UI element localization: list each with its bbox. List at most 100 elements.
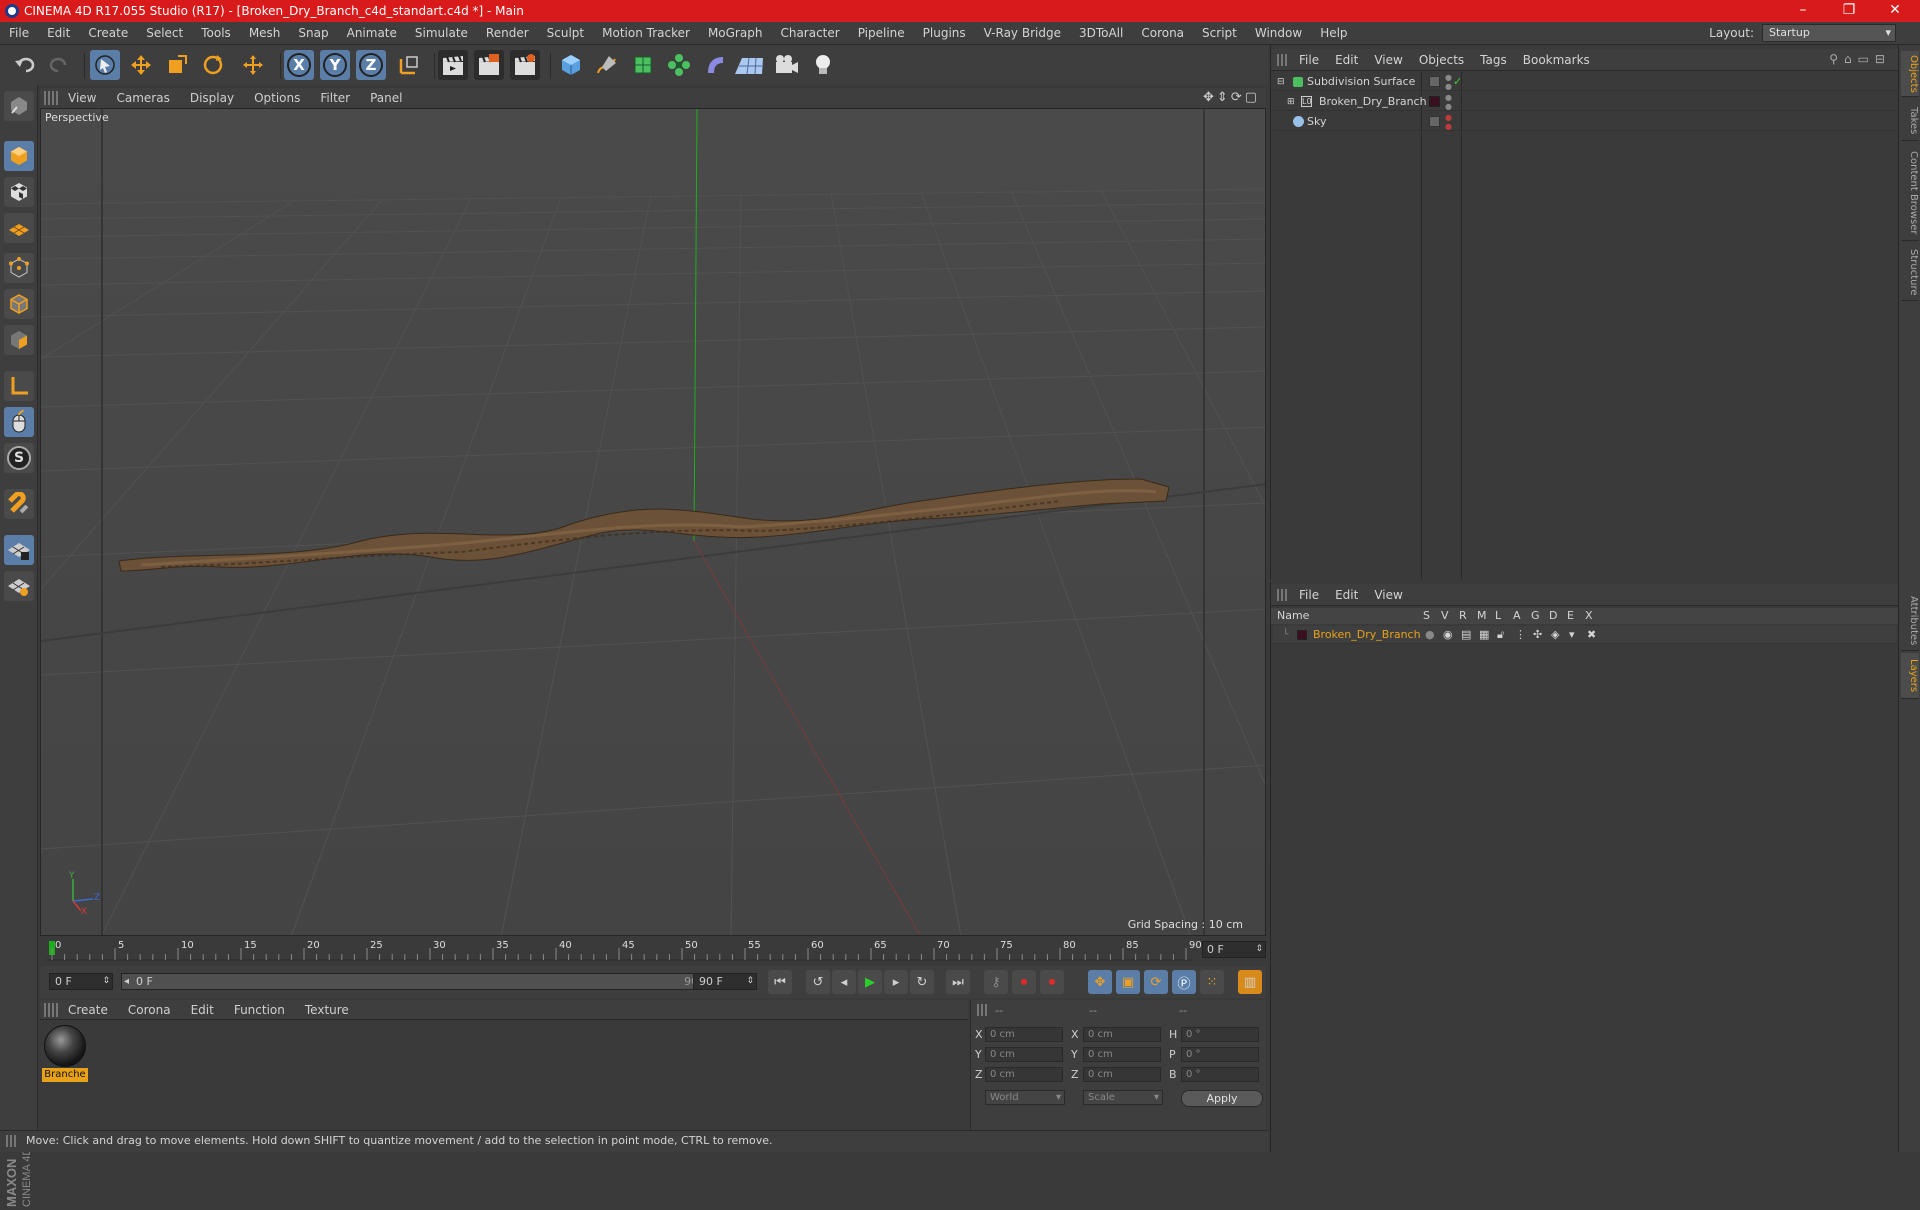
- object-menu-edit[interactable]: Edit: [1327, 53, 1366, 67]
- subdivision-surface-button[interactable]: [628, 50, 658, 80]
- solo-dot-icon[interactable]: ●: [1425, 626, 1435, 644]
- z-axis-button[interactable]: Z: [356, 50, 386, 80]
- menu-file[interactable]: File: [0, 26, 38, 40]
- tab-structure[interactable]: Structure: [1901, 245, 1919, 301]
- record-active-objects-button[interactable]: ⏺: [1012, 970, 1036, 994]
- timeline-ruler[interactable]: 0 5 10 15 20 25 30 35 40 45 50 55 60 65 70 75 80 85 90 0 F…: [40, 938, 1266, 964]
- layer-row-broken-dry-branch[interactable]: └ Broken_Dry_Branch ● ◉ ▤ ▦ 🔓︎ ⋮ ✣ ◈ ▾ ✖: [1273, 626, 1897, 644]
- frame-range-slider[interactable]: ◂ 0 F 90 F ▸: [121, 973, 725, 990]
- size-mode-select[interactable]: Scale ▾: [1083, 1090, 1163, 1105]
- menu-edit[interactable]: Edit: [38, 26, 79, 40]
- menu-animate[interactable]: Animate: [338, 26, 406, 40]
- col-expressions[interactable]: E: [1567, 608, 1574, 624]
- tab-content-browser[interactable]: Content Browser: [1901, 145, 1919, 241]
- render-view-button[interactable]: [438, 50, 468, 80]
- end-frame-field[interactable]: 90 F ⇕: [693, 973, 757, 990]
- key-scale-button[interactable]: ▣: [1116, 970, 1140, 994]
- xref-icon[interactable]: ✖: [1587, 626, 1596, 644]
- cube-object-button[interactable]: [556, 50, 586, 80]
- recent-tool-button[interactable]: [238, 50, 268, 80]
- motion-record-button[interactable]: ⚷: [984, 970, 1008, 994]
- workplane-snap-button[interactable]: [4, 571, 34, 601]
- camera-button[interactable]: [772, 50, 802, 80]
- coordinate-system-button[interactable]: [394, 50, 424, 80]
- expression-icon[interactable]: ▾: [1569, 626, 1575, 644]
- pen-spline-button[interactable]: [592, 50, 622, 80]
- layer-tag-icon[interactable]: [1429, 76, 1440, 87]
- col-view[interactable]: V: [1441, 608, 1449, 624]
- scale-tool-button[interactable]: [162, 50, 192, 80]
- col-deformers[interactable]: D: [1549, 608, 1557, 624]
- viewport-menu-panel[interactable]: Panel: [360, 91, 412, 105]
- cloner-button[interactable]: [664, 50, 694, 80]
- menu-simulate[interactable]: Simulate: [406, 26, 477, 40]
- go-to-start-button[interactable]: ⏮: [768, 970, 792, 994]
- menu-3dtoall[interactable]: 3DToAll: [1070, 26, 1132, 40]
- object-row-broken-dry-branch[interactable]: ⊞ L0 Broken_Dry_Branch ● ●: [1273, 93, 1897, 111]
- edges-mode-button[interactable]: [4, 289, 34, 319]
- material-menu-function[interactable]: Function: [224, 1003, 295, 1017]
- minimize-button[interactable]: –: [1780, 0, 1826, 22]
- render-picture-viewer-button[interactable]: [474, 50, 504, 80]
- object-menu-view[interactable]: View: [1366, 53, 1410, 67]
- tree-collapse-icon[interactable]: ⊟: [1277, 73, 1285, 91]
- timeline-window-button[interactable]: ▥: [1238, 970, 1262, 994]
- menu-motion-tracker[interactable]: Motion Tracker: [593, 26, 699, 40]
- visibility-dots-icon[interactable]: ● ●: [1445, 73, 1452, 91]
- menu-snap[interactable]: Snap: [289, 26, 337, 40]
- viewport-menu-cameras[interactable]: Cameras: [106, 91, 179, 105]
- close-button[interactable]: ✕: [1872, 0, 1918, 22]
- deformer-button[interactable]: [700, 50, 730, 80]
- menu-sculpt[interactable]: Sculpt: [538, 26, 593, 40]
- maximize-button[interactable]: ❐: [1826, 0, 1872, 22]
- menu-corona[interactable]: Corona: [1132, 26, 1193, 40]
- rot-h-field[interactable]: 0 °: [1181, 1027, 1259, 1042]
- tree-expand-icon[interactable]: ⊞: [1287, 93, 1295, 111]
- y-axis-button[interactable]: Y: [320, 50, 350, 80]
- animation-icon[interactable]: ⋮: [1515, 626, 1526, 644]
- menu-script[interactable]: Script: [1193, 26, 1246, 40]
- viewport-navigation-icons[interactable]: ✥⇕⟳▢: [1203, 90, 1260, 105]
- viewport-menu-view[interactable]: View: [58, 91, 106, 105]
- col-generators[interactable]: G: [1531, 608, 1540, 624]
- undo-button[interactable]: [10, 50, 40, 80]
- play-button[interactable]: ▶: [858, 970, 882, 994]
- viewport-menu-display[interactable]: Display: [180, 91, 244, 105]
- workplane-lock-button[interactable]: [4, 535, 34, 565]
- tab-layers[interactable]: Layers: [1901, 653, 1919, 699]
- object-menu-objects[interactable]: Objects: [1411, 53, 1472, 67]
- snap-s-button[interactable]: S: [4, 443, 34, 473]
- autokeying-button[interactable]: ⏺: [1040, 970, 1064, 994]
- snap-magnet-button[interactable]: [4, 489, 34, 519]
- col-render[interactable]: R: [1459, 608, 1467, 624]
- col-locked[interactable]: L: [1495, 608, 1501, 624]
- layer-menu-edit[interactable]: Edit: [1327, 588, 1366, 602]
- layer-menu-view[interactable]: View: [1366, 588, 1410, 602]
- layer-color-swatch[interactable]: [1297, 630, 1307, 640]
- render-settings-button[interactable]: [510, 50, 540, 80]
- tweak-mode-button[interactable]: [4, 407, 34, 437]
- pos-x-field[interactable]: 0 cm: [985, 1027, 1063, 1042]
- coordinate-mode-select[interactable]: World ▾: [985, 1090, 1065, 1105]
- live-selection-button[interactable]: [90, 50, 120, 80]
- generator-icon[interactable]: ✣: [1533, 626, 1542, 644]
- size-y-field[interactable]: 0 cm: [1083, 1047, 1161, 1062]
- render-clapboard-icon[interactable]: ▤: [1461, 626, 1471, 644]
- layer-tag-icon[interactable]: [1429, 96, 1440, 107]
- object-row-sky[interactable]: Sky ● ●: [1273, 113, 1897, 131]
- layer-menu-file[interactable]: File: [1291, 588, 1327, 602]
- visibility-dots-icon[interactable]: ● ●: [1445, 93, 1452, 111]
- viewport-menu-options[interactable]: Options: [244, 91, 310, 105]
- menu-help[interactable]: Help: [1311, 26, 1356, 40]
- menu-create[interactable]: Create: [79, 26, 137, 40]
- viewport-menu-filter[interactable]: Filter: [310, 91, 360, 105]
- key-parameter-button[interactable]: Ⓟ: [1172, 970, 1196, 994]
- col-manager[interactable]: M: [1477, 608, 1487, 624]
- deformer-icon[interactable]: ◈: [1551, 626, 1559, 644]
- points-mode-button[interactable]: [4, 253, 34, 283]
- layer-tag-icon[interactable]: [1429, 116, 1440, 127]
- manager-icon[interactable]: ▦: [1479, 626, 1489, 644]
- menu-character[interactable]: Character: [771, 26, 848, 40]
- visibility-dots-icon[interactable]: ● ●: [1445, 113, 1452, 131]
- col-solo[interactable]: S: [1423, 608, 1430, 624]
